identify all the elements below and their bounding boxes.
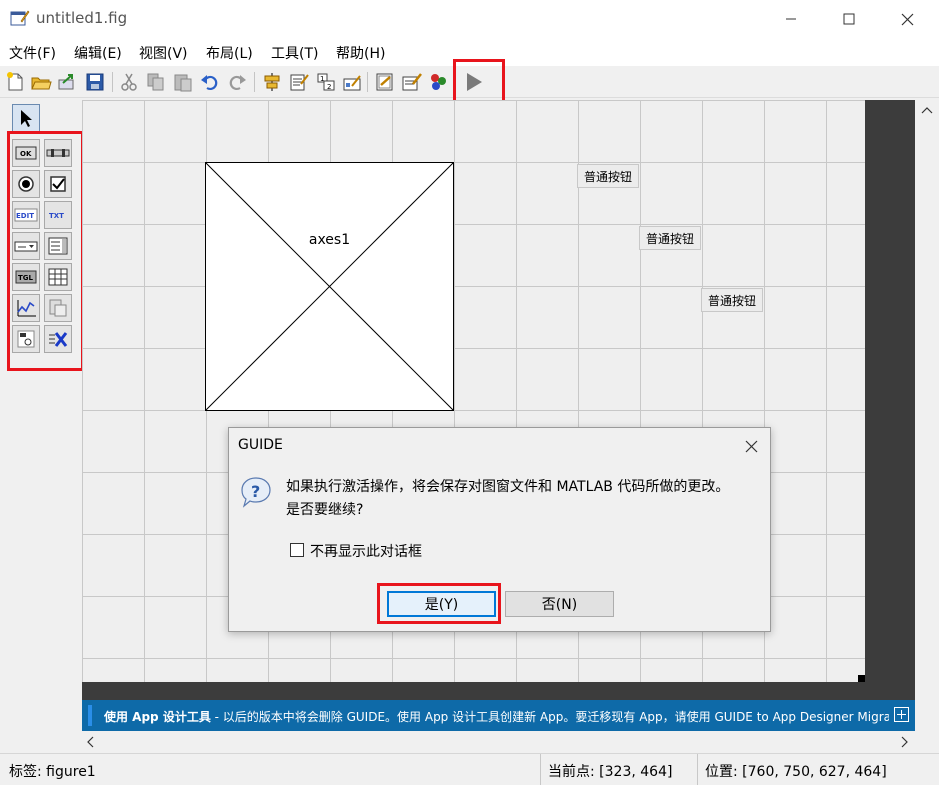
tab-order-icon[interactable]: 12 — [315, 71, 337, 93]
property-inspector-icon[interactable] — [401, 71, 423, 93]
scroll-left-icon — [87, 736, 94, 748]
copy-icon[interactable] — [145, 71, 167, 93]
status-current-point: 当前点: [323, 464] — [548, 764, 673, 780]
redo-icon[interactable] — [226, 71, 248, 93]
vertical-scrollbar[interactable] — [915, 100, 939, 700]
svg-text:?: ? — [251, 482, 260, 501]
push-button-2[interactable]: 普通按钮 — [639, 226, 701, 250]
menu-help[interactable]: 帮助(H) — [336, 43, 385, 63]
menu-editor-icon[interactable] — [288, 71, 310, 93]
svg-text:2: 2 — [327, 83, 331, 91]
paste-icon[interactable] — [172, 71, 194, 93]
status-tag: 标签: figure1 — [9, 764, 96, 780]
run-highlight — [453, 59, 505, 104]
horizontal-scrollbar[interactable] — [82, 731, 915, 753]
figure-icon — [10, 9, 30, 27]
axes-label: axes1 — [308, 232, 351, 248]
no-button[interactable]: 否(N) — [505, 591, 614, 617]
dont-show-again-checkbox[interactable] — [290, 543, 304, 557]
axes1-component[interactable]: axes1 — [205, 162, 454, 411]
align-icon[interactable] — [261, 71, 283, 93]
toolbar-separator — [367, 72, 368, 92]
svg-text:1: 1 — [320, 75, 324, 83]
expand-icon[interactable] — [894, 707, 909, 722]
migration-banner: 使用 App 设计工具 - 以后的版本中将会删除 GUIDE。使用 App 设计… — [82, 700, 915, 731]
export-icon[interactable] — [56, 71, 78, 93]
maximize-button[interactable] — [826, 0, 872, 38]
status-position: 位置: [760, 750, 627, 464] — [705, 764, 887, 780]
scroll-right-icon — [901, 736, 908, 748]
title-bar: untitled1.fig — [0, 0, 939, 38]
guide-window: untitled1.fig 文件(F) 编辑(E) 视图(V) 布局(L) 工具… — [0, 0, 939, 785]
select-icon[interactable] — [12, 104, 40, 132]
banner-text[interactable]: 使用 App 设计工具 - 以后的版本中将会删除 GUIDE。使用 App 设计… — [104, 708, 889, 725]
banner-accent — [88, 705, 92, 726]
dialog-title: GUIDE — [238, 437, 283, 453]
banner-message: - 以后的版本中将会删除 GUIDE。使用 App 设计工具创建新 App。要迁… — [210, 710, 889, 724]
banner-bold: 使用 App 设计工具 — [104, 710, 211, 724]
menu-edit[interactable]: 编辑(E) — [74, 43, 122, 63]
question-icon: ? — [240, 476, 272, 508]
push-button-3[interactable]: 普通按钮 — [701, 288, 763, 312]
status-separator — [540, 754, 541, 785]
new-figure-icon[interactable] — [4, 71, 26, 93]
close-icon — [745, 440, 757, 452]
canvas-outer-area — [865, 100, 915, 700]
resize-handle[interactable] — [858, 675, 865, 682]
dialog-message-line1: 如果执行激活操作，将会保存对图窗文件和 MATLAB 代码所做的更改。 — [286, 479, 730, 495]
palette-highlight — [7, 131, 84, 371]
dialog-message-line2: 是否要继续? — [286, 502, 364, 518]
scroll-up-icon — [921, 107, 933, 114]
yes-button-highlight — [377, 583, 501, 624]
menu-layout[interactable]: 布局(L) — [206, 43, 253, 63]
dont-show-again-label[interactable]: 不再显示此对话框 — [310, 541, 422, 561]
dialog-close-button[interactable] — [736, 434, 766, 458]
canvas-outer-area — [82, 682, 915, 700]
menu-file[interactable]: 文件(F) — [9, 43, 56, 63]
toolbar-editor-icon[interactable] — [341, 71, 363, 93]
cut-icon[interactable] — [118, 71, 140, 93]
toolbar-separator — [254, 72, 255, 92]
status-bar: 标签: figure1 当前点: [323, 464] 位置: [760, 75… — [0, 753, 939, 785]
undo-icon[interactable] — [199, 71, 221, 93]
menu-tools[interactable]: 工具(T) — [271, 43, 318, 63]
save-icon[interactable] — [84, 71, 106, 93]
open-icon[interactable] — [30, 71, 52, 93]
window-title: untitled1.fig — [36, 9, 128, 27]
object-browser-icon[interactable] — [427, 71, 449, 93]
status-separator — [697, 754, 698, 785]
toolbar-separator — [112, 72, 113, 92]
menu-view[interactable]: 视图(V) — [139, 43, 188, 63]
push-button-1[interactable]: 普通按钮 — [577, 164, 639, 188]
editor-icon[interactable] — [374, 71, 396, 93]
minimize-button[interactable] — [768, 0, 814, 38]
close-button[interactable] — [884, 0, 930, 38]
